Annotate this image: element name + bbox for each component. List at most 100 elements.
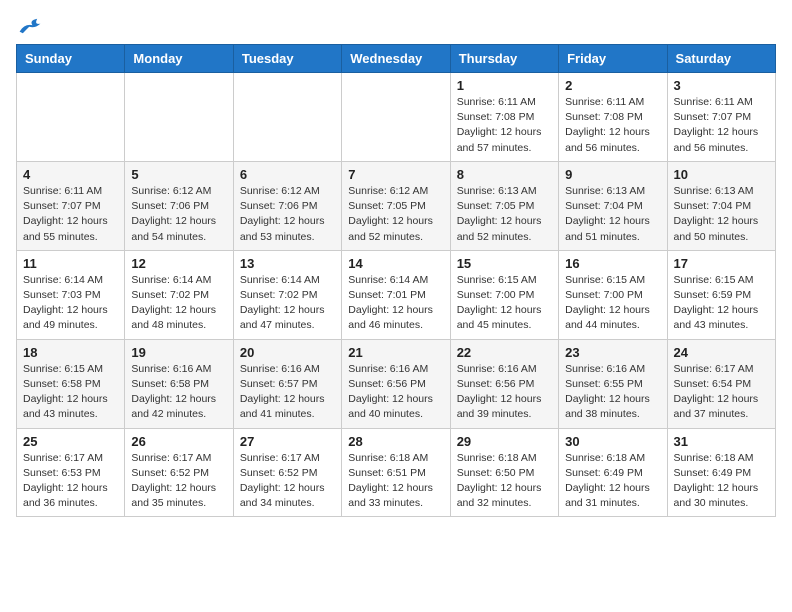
day-number: 1 — [457, 78, 552, 93]
calendar-cell: 22Sunrise: 6:16 AM Sunset: 6:56 PM Dayli… — [450, 339, 558, 428]
calendar-header-row: SundayMondayTuesdayWednesdayThursdayFrid… — [17, 45, 776, 73]
calendar-cell: 12 Sunrise: 6:14 AM Sunset: 7:02 PM Dayli… — [125, 250, 233, 339]
calendar-cell — [125, 73, 233, 162]
day-info: Sunrise: 6:11 AM Sunset: 7:08 PM Dayligh… — [457, 95, 552, 156]
calendar-cell: 25 Sunrise: 6:17 AM Sunset: 6:53 PM Dayli… — [17, 428, 125, 517]
day-number: 11 — [23, 256, 118, 271]
calendar-cell: 10 Sunrise: 6:13 AM Sunset: 7:04 PM Dayli… — [667, 161, 775, 250]
day-number: 27 — [240, 434, 335, 449]
day-number: 16 — [565, 256, 660, 271]
day-number: 22 — [457, 345, 552, 360]
calendar-cell: 26 Sunrise: 6:17 AM Sunset: 6:52 PM Dayli… — [125, 428, 233, 517]
day-number: 14 — [348, 256, 443, 271]
calendar-week-row: 18 Sunrise: 6:15 AM Sunset: 6:58 PM Dayli… — [17, 339, 776, 428]
day-number: 4 — [23, 167, 118, 182]
calendar-cell: 15Sunrise: 6:15 AM Sunset: 7:00 PM Dayli… — [450, 250, 558, 339]
day-number: 2 — [565, 78, 660, 93]
day-info: Sunrise: 6:11 AM Sunset: 7:07 PM Dayligh… — [23, 184, 118, 245]
logo-bird-icon — [18, 16, 42, 36]
day-number: 23 — [565, 345, 660, 360]
day-info: Sunrise: 6:12 AM Sunset: 7:06 PM Dayligh… — [240, 184, 335, 245]
calendar-cell: 18 Sunrise: 6:15 AM Sunset: 6:58 PM Dayli… — [17, 339, 125, 428]
calendar-cell: 20Sunrise: 6:16 AM Sunset: 6:57 PM Dayli… — [233, 339, 341, 428]
calendar-cell: 3 Sunrise: 6:11 AM Sunset: 7:07 PM Daylig… — [667, 73, 775, 162]
day-info: Sunrise: 6:16 AM Sunset: 6:56 PM Dayligh… — [348, 362, 443, 423]
day-info: Sunrise: 6:13 AM Sunset: 7:05 PM Dayligh… — [457, 184, 552, 245]
day-number: 24 — [674, 345, 769, 360]
day-number: 21 — [348, 345, 443, 360]
day-number: 17 — [674, 256, 769, 271]
logo — [16, 16, 42, 36]
calendar-cell: 5Sunrise: 6:12 AM Sunset: 7:06 PM Daylig… — [125, 161, 233, 250]
calendar-cell: 1 Sunrise: 6:11 AM Sunset: 7:08 PM Daylig… — [450, 73, 558, 162]
day-number: 25 — [23, 434, 118, 449]
calendar-week-row: 25 Sunrise: 6:17 AM Sunset: 6:53 PM Dayli… — [17, 428, 776, 517]
day-of-week-header: Monday — [125, 45, 233, 73]
calendar-cell: 17 Sunrise: 6:15 AM Sunset: 6:59 PM Dayli… — [667, 250, 775, 339]
calendar-cell: 8 Sunrise: 6:13 AM Sunset: 7:05 PM Daylig… — [450, 161, 558, 250]
day-number: 12 — [131, 256, 226, 271]
day-info: Sunrise: 6:13 AM Sunset: 7:04 PM Dayligh… — [674, 184, 769, 245]
day-info: Sunrise: 6:18 AM Sunset: 6:49 PM Dayligh… — [674, 451, 769, 512]
day-info: Sunrise: 6:14 AM Sunset: 7:02 PM Dayligh… — [131, 273, 226, 334]
day-info: Sunrise: 6:14 AM Sunset: 7:03 PM Dayligh… — [23, 273, 118, 334]
day-info: Sunrise: 6:18 AM Sunset: 6:49 PM Dayligh… — [565, 451, 660, 512]
day-number: 9 — [565, 167, 660, 182]
day-info: Sunrise: 6:14 AM Sunset: 7:02 PM Dayligh… — [240, 273, 335, 334]
calendar-cell: 4 Sunrise: 6:11 AM Sunset: 7:07 PM Daylig… — [17, 161, 125, 250]
day-of-week-header: Tuesday — [233, 45, 341, 73]
calendar-cell: 6Sunrise: 6:12 AM Sunset: 7:06 PM Daylig… — [233, 161, 341, 250]
day-of-week-header: Friday — [559, 45, 667, 73]
calendar-cell: 13 Sunrise: 6:14 AM Sunset: 7:02 PM Dayli… — [233, 250, 341, 339]
day-info: Sunrise: 6:15 AM Sunset: 6:58 PM Dayligh… — [23, 362, 118, 423]
calendar-week-row: 4 Sunrise: 6:11 AM Sunset: 7:07 PM Daylig… — [17, 161, 776, 250]
day-number: 15 — [457, 256, 552, 271]
day-of-week-header: Sunday — [17, 45, 125, 73]
day-number: 3 — [674, 78, 769, 93]
calendar-cell: 9Sunrise: 6:13 AM Sunset: 7:04 PM Daylig… — [559, 161, 667, 250]
page-header — [16, 16, 776, 36]
day-info: Sunrise: 6:17 AM Sunset: 6:53 PM Dayligh… — [23, 451, 118, 512]
calendar-cell: 11 Sunrise: 6:14 AM Sunset: 7:03 PM Dayli… — [17, 250, 125, 339]
day-info: Sunrise: 6:14 AM Sunset: 7:01 PM Dayligh… — [348, 273, 443, 334]
day-info: Sunrise: 6:16 AM Sunset: 6:57 PM Dayligh… — [240, 362, 335, 423]
calendar-cell: 7 Sunrise: 6:12 AM Sunset: 7:05 PM Daylig… — [342, 161, 450, 250]
calendar-cell: 31 Sunrise: 6:18 AM Sunset: 6:49 PM Dayli… — [667, 428, 775, 517]
day-info: Sunrise: 6:18 AM Sunset: 6:51 PM Dayligh… — [348, 451, 443, 512]
day-info: Sunrise: 6:17 AM Sunset: 6:52 PM Dayligh… — [131, 451, 226, 512]
day-info: Sunrise: 6:18 AM Sunset: 6:50 PM Dayligh… — [457, 451, 552, 512]
day-info: Sunrise: 6:15 AM Sunset: 7:00 PM Dayligh… — [565, 273, 660, 334]
day-number: 31 — [674, 434, 769, 449]
calendar-cell: 27 Sunrise: 6:17 AM Sunset: 6:52 PM Dayli… — [233, 428, 341, 517]
day-info: Sunrise: 6:16 AM Sunset: 6:58 PM Dayligh… — [131, 362, 226, 423]
calendar-cell: 19 Sunrise: 6:16 AM Sunset: 6:58 PM Dayli… — [125, 339, 233, 428]
calendar-cell: 24 Sunrise: 6:17 AM Sunset: 6:54 PM Dayli… — [667, 339, 775, 428]
day-of-week-header: Thursday — [450, 45, 558, 73]
day-number: 19 — [131, 345, 226, 360]
calendar-cell: 28 Sunrise: 6:18 AM Sunset: 6:51 PM Dayli… — [342, 428, 450, 517]
day-number: 28 — [348, 434, 443, 449]
day-number: 26 — [131, 434, 226, 449]
day-number: 5 — [131, 167, 226, 182]
day-info: Sunrise: 6:15 AM Sunset: 6:59 PM Dayligh… — [674, 273, 769, 334]
day-info: Sunrise: 6:11 AM Sunset: 7:08 PM Dayligh… — [565, 95, 660, 156]
day-info: Sunrise: 6:12 AM Sunset: 7:05 PM Dayligh… — [348, 184, 443, 245]
day-number: 8 — [457, 167, 552, 182]
day-number: 7 — [348, 167, 443, 182]
day-number: 10 — [674, 167, 769, 182]
day-number: 29 — [457, 434, 552, 449]
day-info: Sunrise: 6:11 AM Sunset: 7:07 PM Dayligh… — [674, 95, 769, 156]
day-number: 13 — [240, 256, 335, 271]
day-info: Sunrise: 6:16 AM Sunset: 6:55 PM Dayligh… — [565, 362, 660, 423]
calendar-week-row: 1 Sunrise: 6:11 AM Sunset: 7:08 PM Daylig… — [17, 73, 776, 162]
calendar-cell: 23 Sunrise: 6:16 AM Sunset: 6:55 PM Dayli… — [559, 339, 667, 428]
day-number: 18 — [23, 345, 118, 360]
calendar-cell: 21 Sunrise: 6:16 AM Sunset: 6:56 PM Dayli… — [342, 339, 450, 428]
day-info: Sunrise: 6:17 AM Sunset: 6:52 PM Dayligh… — [240, 451, 335, 512]
day-number: 30 — [565, 434, 660, 449]
calendar-cell: 2 Sunrise: 6:11 AM Sunset: 7:08 PM Daylig… — [559, 73, 667, 162]
day-of-week-header: Wednesday — [342, 45, 450, 73]
day-of-week-header: Saturday — [667, 45, 775, 73]
day-info: Sunrise: 6:17 AM Sunset: 6:54 PM Dayligh… — [674, 362, 769, 423]
calendar-cell — [233, 73, 341, 162]
